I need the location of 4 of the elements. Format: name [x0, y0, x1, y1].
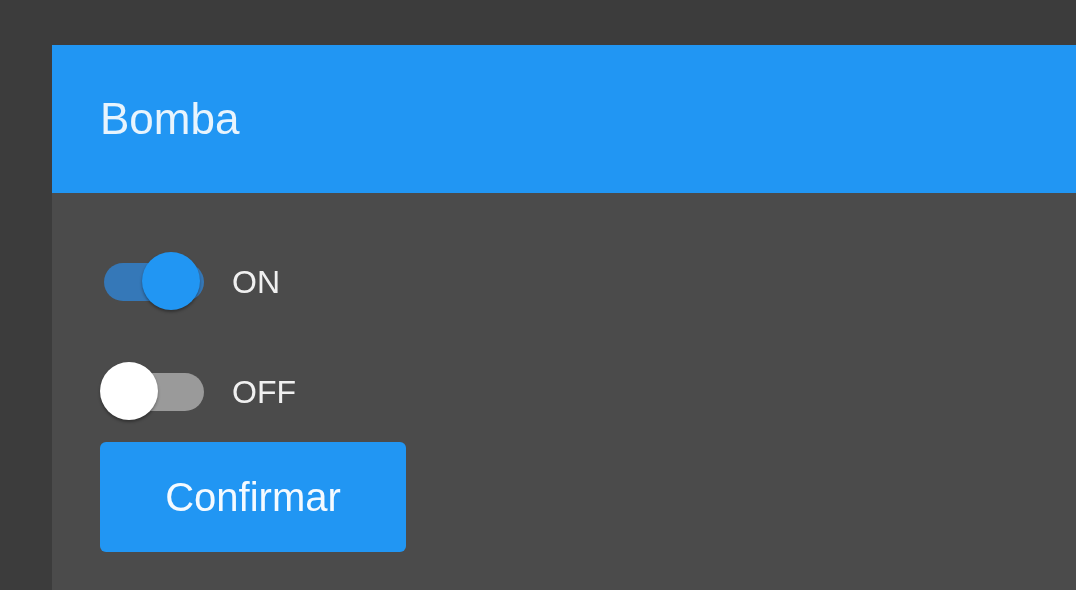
switch-label: OFF [232, 373, 296, 411]
switch-label: ON [232, 263, 280, 301]
confirm-button[interactable]: Confirmar [100, 442, 406, 552]
card-title: Bomba [100, 94, 240, 144]
